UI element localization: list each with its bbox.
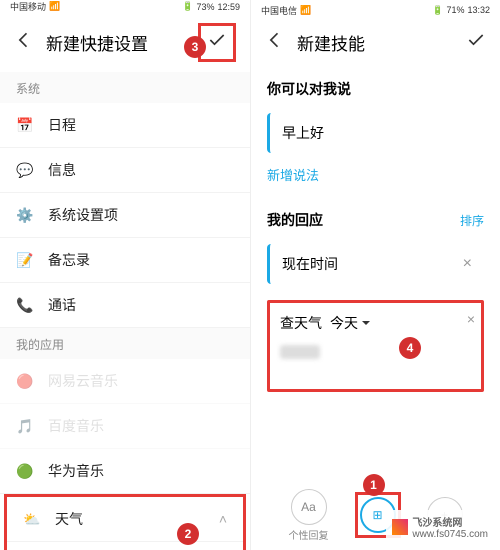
row-baidu[interactable]: 🎵 百度音乐 xyxy=(0,404,250,449)
step-badge-3: 3 xyxy=(184,36,206,58)
step-badge-4: 4 xyxy=(399,337,421,359)
memo-icon: 📝 xyxy=(16,251,34,269)
screen-shortcut-settings: 中国移动📶 🔋73%12:59 新建快捷设置 3 系统 📅 日程 💬 xyxy=(0,0,250,550)
signal-icon: 📶 xyxy=(49,1,60,12)
battery-pct: 73% xyxy=(196,2,214,12)
carrier: 中国移动 xyxy=(10,0,46,13)
battery-icon: 🔋 xyxy=(432,5,443,16)
clock: 12:59 xyxy=(217,2,240,12)
clock: 13:32 xyxy=(467,5,490,15)
row-settings[interactable]: ⚙️ 系统设置项 xyxy=(0,193,250,238)
netease-icon: 🔴 xyxy=(16,372,34,390)
phrase-text: 早上好 xyxy=(282,123,472,143)
skill-weather-box: 查天气 今天 × 4 xyxy=(267,300,484,392)
response-title: 我的回应 xyxy=(267,210,323,230)
watermark-name: 飞沙系统网 xyxy=(412,514,488,529)
watermark-logo-icon xyxy=(392,519,408,535)
calendar-icon: 📅 xyxy=(16,116,34,134)
section-system: 系统 xyxy=(0,72,250,103)
aa-icon: Aa xyxy=(291,489,327,525)
row-huawei[interactable]: 🟢 华为音乐 xyxy=(0,449,250,494)
page-title: 新建快捷设置 xyxy=(46,30,186,55)
watermark-url: www.fs0745.com xyxy=(412,529,488,540)
statusbar-right: 中国电信📶 🔋71%13:32 xyxy=(251,0,500,20)
phrase-card[interactable]: 早上好 xyxy=(267,113,484,153)
header-right: 新建技能 xyxy=(251,20,500,65)
row-messages[interactable]: 💬 信息 xyxy=(0,148,250,193)
response-now-card[interactable]: 现在时间 × xyxy=(267,244,484,284)
row-weather[interactable]: ⛅ 天气 ˄ xyxy=(7,497,243,542)
say-title: 你可以对我说 xyxy=(267,79,484,99)
phone-icon: 📞 xyxy=(16,296,34,314)
section-myapps: 我的应用 xyxy=(0,328,250,359)
add-phrase-link[interactable]: 新增说法 xyxy=(251,161,500,196)
close-icon[interactable]: × xyxy=(463,255,472,273)
back-icon[interactable] xyxy=(265,30,285,55)
row-memo[interactable]: 📝 备忘录 xyxy=(0,238,250,283)
header-left: 新建快捷设置 xyxy=(0,13,250,72)
chevron-up-icon: ˄ xyxy=(219,511,227,527)
weather-icon: ⛅ xyxy=(23,510,41,528)
watermark: 飞沙系统网 www.fs0745.com xyxy=(386,510,494,544)
step-badge-2: 2 xyxy=(177,523,199,545)
huawei-icon: 🟢 xyxy=(16,462,34,480)
carrier: 中国电信 xyxy=(261,4,297,17)
page-title: 新建技能 xyxy=(297,30,454,55)
blurred-content xyxy=(280,345,320,359)
back-icon[interactable] xyxy=(14,30,34,55)
step-badge-1: 1 xyxy=(363,474,385,496)
baidu-icon: 🎵 xyxy=(16,417,34,435)
tab-personal-reply[interactable]: Aa 个性回复 xyxy=(289,489,329,542)
row-netease[interactable]: 🔴 网易云音乐 xyxy=(0,359,250,404)
check-icon xyxy=(207,37,227,54)
messages-icon: 💬 xyxy=(16,161,34,179)
battery-pct: 71% xyxy=(446,5,464,15)
skill-today-dropdown[interactable]: 今天 xyxy=(330,313,371,333)
sort-link[interactable]: 排序 xyxy=(460,212,484,229)
row-calendar[interactable]: 📅 日程 xyxy=(0,103,250,148)
screen-new-skill: 中国电信📶 🔋71%13:32 新建技能 你可以对我说 早上好 新增说法 我的回… xyxy=(250,0,500,550)
chevron-down-icon xyxy=(361,318,371,328)
battery-icon: 🔋 xyxy=(182,1,193,12)
close-icon[interactable]: × xyxy=(467,311,475,327)
row-weather-check[interactable]: 查天气 xyxy=(7,542,243,550)
statusbar-left: 中国移动📶 🔋73%12:59 xyxy=(0,0,250,13)
gear-icon: ⚙️ xyxy=(16,206,34,224)
skill-weather-label: 查天气 xyxy=(280,313,322,333)
signal-icon: 📶 xyxy=(300,5,311,16)
row-phone[interactable]: 📞 通话 xyxy=(0,283,250,328)
confirm-button[interactable] xyxy=(466,30,486,55)
response-now-text: 现在时间 xyxy=(282,254,463,274)
